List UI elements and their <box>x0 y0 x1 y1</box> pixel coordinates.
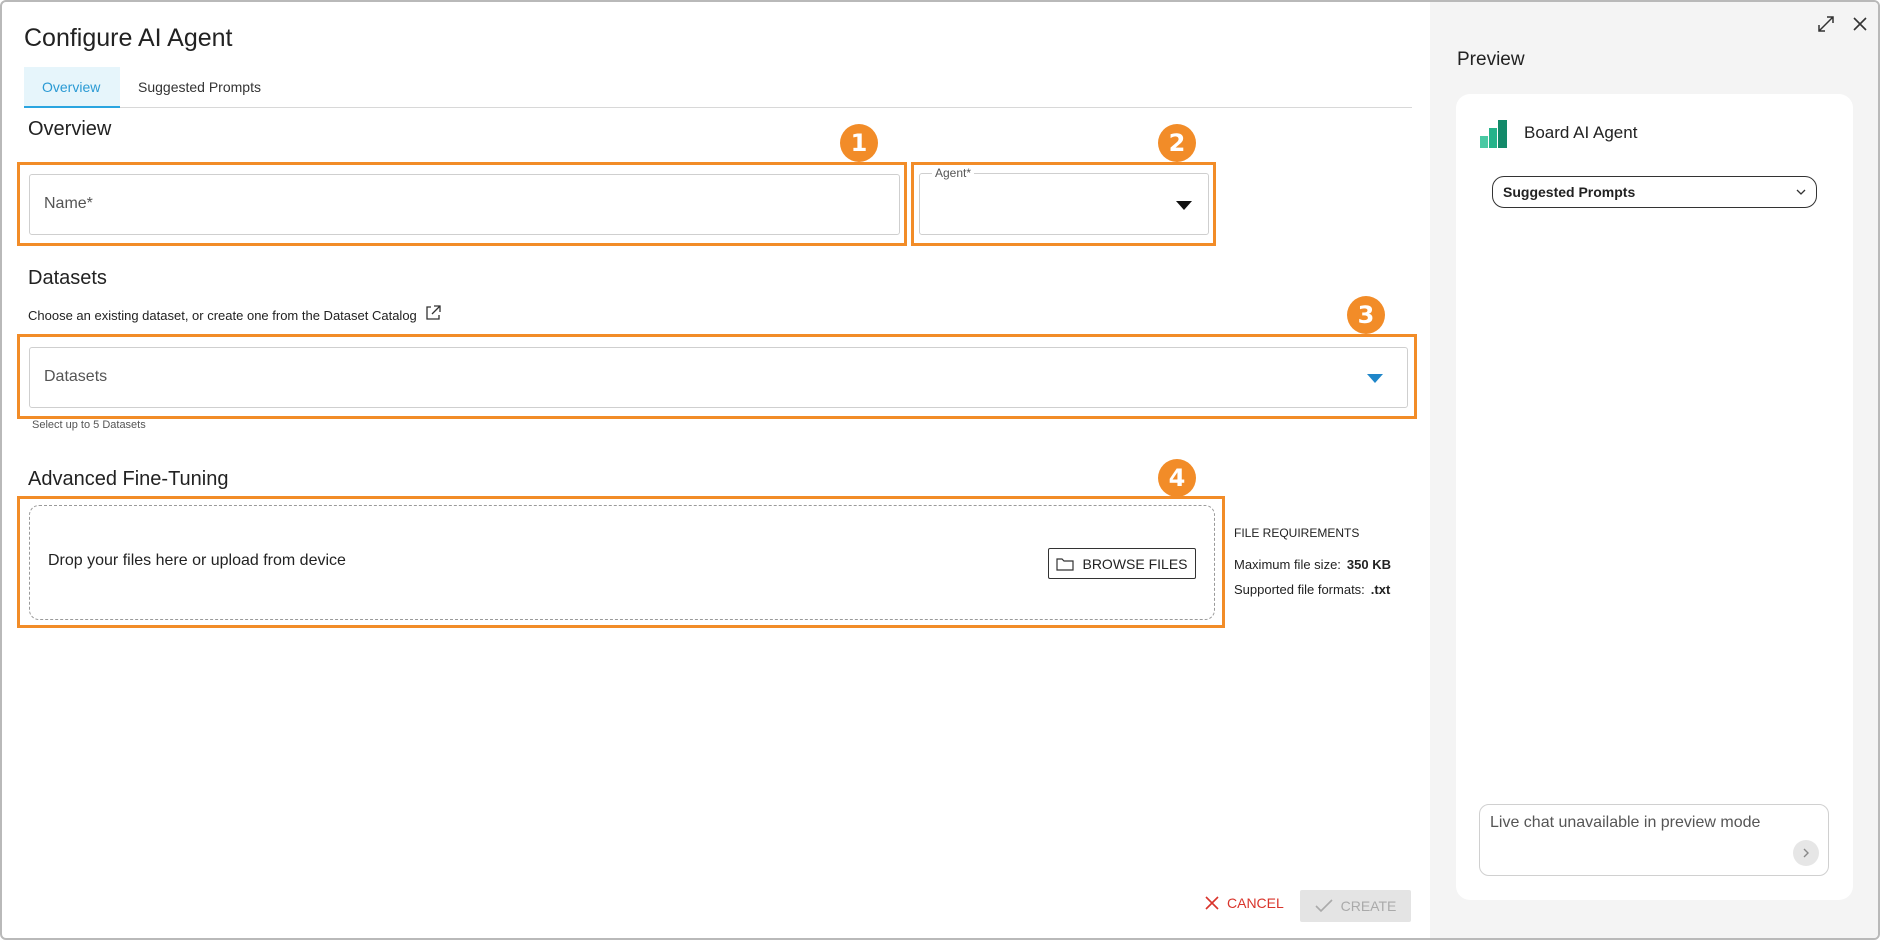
agent-select[interactable]: Agent* <box>919 166 1209 235</box>
dropdown-caret-icon <box>1176 201 1192 210</box>
supported-formats-label: Supported file formats: <box>1234 582 1365 597</box>
overview-heading: Overview <box>28 118 112 140</box>
callout-badge-1: 1 <box>840 124 878 162</box>
expand-icon[interactable] <box>1816 14 1836 34</box>
datasets-helper-text: Select up to 5 Datasets <box>32 419 146 431</box>
max-file-size: Maximum file size: 350 KB <box>1234 557 1391 572</box>
callout-badge-4: 4 <box>1158 459 1196 497</box>
cancel-label: CANCEL <box>1227 895 1284 911</box>
chat-input[interactable]: Live chat unavailable in preview mode <box>1479 804 1829 876</box>
chevron-right-icon <box>1803 848 1809 858</box>
datasets-hint: Choose an existing dataset, or create on… <box>28 308 417 323</box>
supported-formats-value: .txt <box>1370 582 1391 597</box>
file-dropzone[interactable]: Drop your files here or upload from devi… <box>29 505 1215 620</box>
chat-placeholder: Live chat unavailable in preview mode <box>1490 814 1761 831</box>
callout-badge-3: 3 <box>1347 296 1385 334</box>
check-icon <box>1315 899 1333 913</box>
config-panel: Configure AI Agent Overview Suggested Pr… <box>2 2 1430 938</box>
agent-name: Board AI Agent <box>1524 123 1638 142</box>
send-button[interactable] <box>1793 840 1819 866</box>
name-input[interactable]: Name* <box>29 174 900 235</box>
datasets-select[interactable]: Datasets <box>29 347 1408 408</box>
preview-title: Preview <box>1457 49 1525 70</box>
external-link-icon[interactable] <box>424 304 442 322</box>
configure-agent-dialog: Configure AI Agent Overview Suggested Pr… <box>0 0 1880 940</box>
page-title: Configure AI Agent <box>24 24 233 52</box>
browse-files-button[interactable]: BROWSE FILES <box>1048 548 1196 579</box>
name-placeholder: Name* <box>44 195 93 212</box>
close-x-icon <box>1205 896 1219 910</box>
cancel-button[interactable]: CANCEL <box>1205 895 1284 911</box>
tab-bar: Overview Suggested Prompts <box>24 67 1412 108</box>
preview-card: Board AI Agent Suggested Prompts Live ch… <box>1456 94 1853 900</box>
advanced-heading: Advanced Fine-Tuning <box>28 468 229 490</box>
create-button[interactable]: CREATE <box>1300 890 1411 922</box>
file-requirements-title: FILE REQUIREMENTS <box>1234 526 1360 540</box>
tab-suggested-prompts[interactable]: Suggested Prompts <box>120 67 279 108</box>
agent-label: Agent* <box>932 166 975 180</box>
max-file-size-label: Maximum file size: <box>1234 557 1341 572</box>
datasets-placeholder: Datasets <box>44 368 108 385</box>
folder-icon <box>1056 557 1075 571</box>
create-label: CREATE <box>1340 898 1397 914</box>
agent-logo-icon <box>1480 120 1507 148</box>
dropzone-text: Drop your files here or upload from devi… <box>48 552 346 569</box>
dropdown-caret-icon <box>1367 374 1383 383</box>
tab-overview[interactable]: Overview <box>24 67 120 108</box>
chevron-down-icon <box>1796 189 1806 195</box>
max-file-size-value: 350 KB <box>1346 557 1391 572</box>
supported-formats: Supported file formats: .txt <box>1234 582 1390 597</box>
close-icon[interactable] <box>1850 14 1870 34</box>
datasets-heading: Datasets <box>28 267 107 289</box>
callout-badge-2: 2 <box>1158 124 1196 162</box>
suggested-prompts-value: Suggested Prompts <box>1503 184 1636 200</box>
browse-files-label: BROWSE FILES <box>1082 555 1188 572</box>
preview-panel: Preview Board AI Agent Suggested Prompts… <box>1430 2 1878 938</box>
suggested-prompts-select[interactable]: Suggested Prompts <box>1492 176 1817 208</box>
